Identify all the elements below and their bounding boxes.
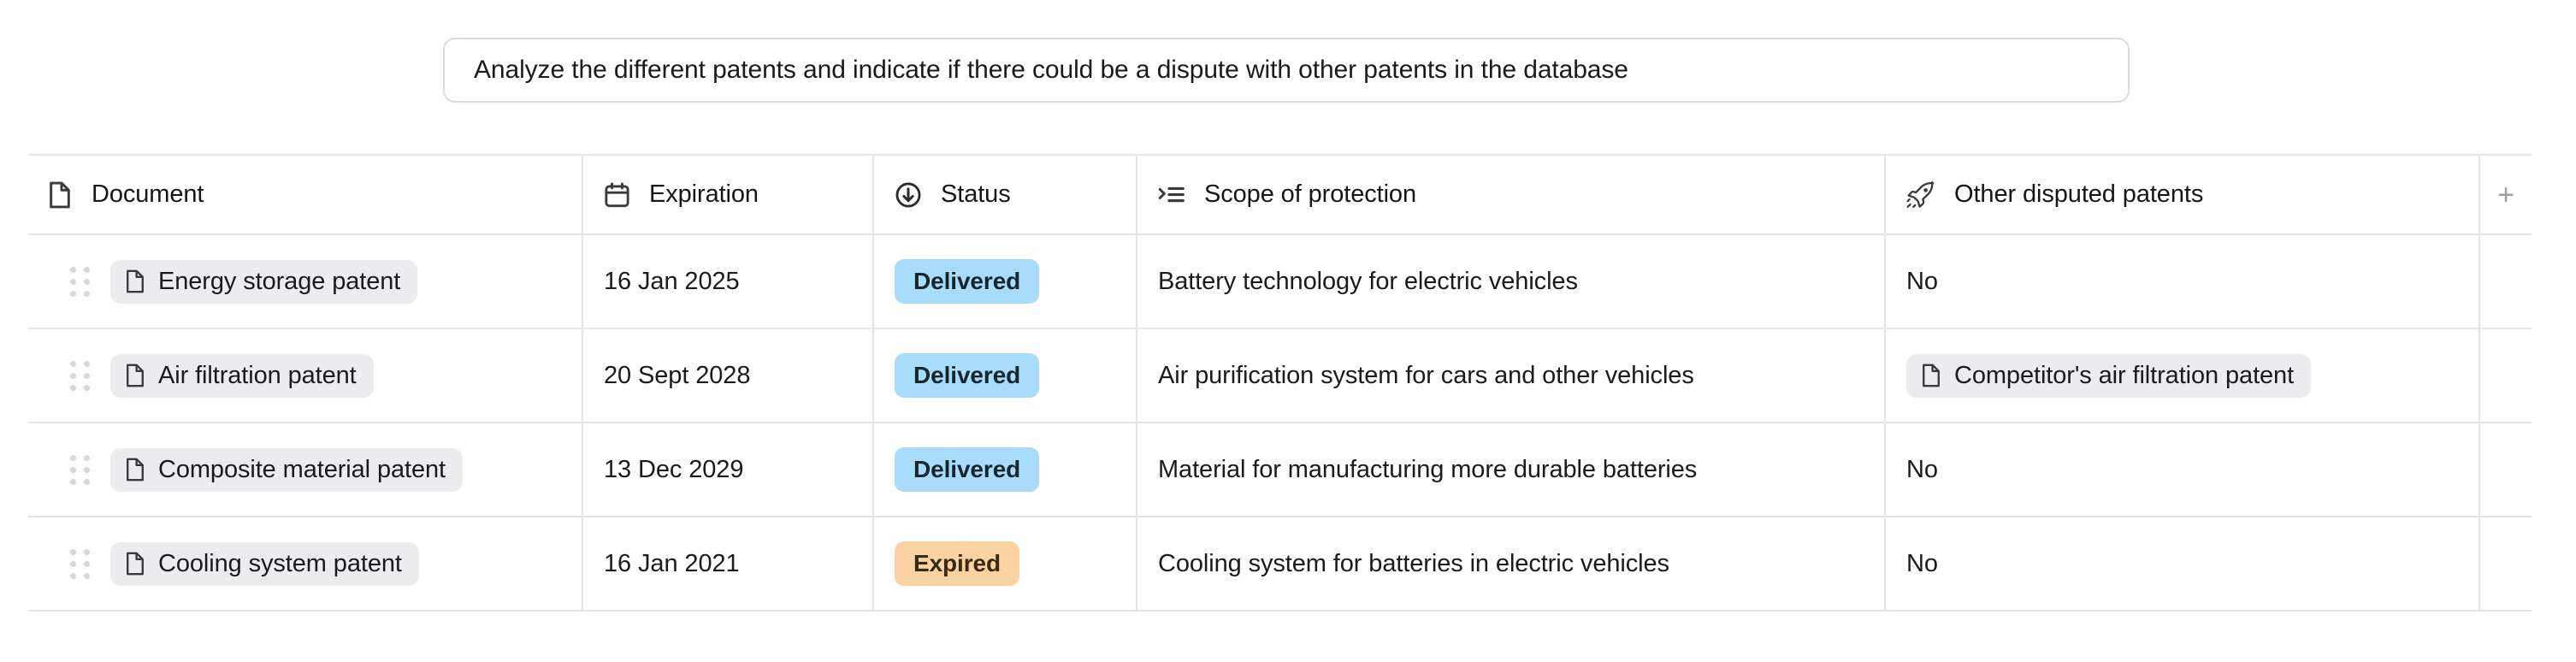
other-value: No bbox=[1906, 267, 1938, 295]
table-row[interactable]: Air filtration patent 20 Sept 2028 Deliv… bbox=[28, 329, 2532, 423]
cell-document[interactable]: Air filtration patent bbox=[28, 329, 583, 422]
scope-text: Cooling system for batteries in electric… bbox=[1158, 549, 1669, 577]
cell-expiration[interactable]: 20 Sept 2028 bbox=[583, 329, 874, 422]
plus-icon: + bbox=[2497, 178, 2514, 211]
drag-dots-icon bbox=[69, 360, 90, 391]
drag-handle[interactable] bbox=[49, 548, 110, 579]
document-icon bbox=[127, 269, 144, 293]
expiration-date: 16 Jan 2025 bbox=[604, 267, 740, 295]
document-chip[interactable]: Composite material patent bbox=[110, 447, 463, 492]
disputed-patent-name: Competitor's air filtration patent bbox=[1954, 361, 2295, 389]
document-icon bbox=[127, 552, 144, 576]
cell-expiration[interactable]: 16 Jan 2021 bbox=[583, 517, 874, 610]
cell-other-disputed-patents[interactable]: No bbox=[1886, 517, 2480, 610]
cell-scope[interactable]: Material for manufacturing more durable … bbox=[1137, 423, 1886, 516]
table-header-row: Document Expiration Status Scope of prot… bbox=[28, 154, 2532, 235]
other-value: No bbox=[1906, 455, 1938, 483]
status-badge: Delivered bbox=[895, 259, 1040, 304]
document-chip[interactable]: Air filtration patent bbox=[110, 353, 374, 398]
text-list-icon bbox=[1158, 184, 1185, 206]
cell-status[interactable]: Delivered bbox=[874, 235, 1137, 328]
expiration-date: 16 Jan 2021 bbox=[604, 549, 740, 577]
table-row[interactable]: Energy storage patent 16 Jan 2025 Delive… bbox=[28, 235, 2532, 329]
document-chip[interactable]: Energy storage patent bbox=[110, 259, 418, 304]
expiration-date: 13 Dec 2029 bbox=[604, 455, 744, 483]
screen-root: Analyze the different patents and indica… bbox=[0, 0, 2576, 662]
scope-text: Material for manufacturing more durable … bbox=[1158, 455, 1698, 483]
column-header-label: Document bbox=[92, 180, 204, 208]
status-badge: Delivered bbox=[895, 353, 1040, 398]
cell-scope[interactable]: Air purification system for cars and oth… bbox=[1137, 329, 1886, 422]
cell-other-disputed-patents[interactable]: No bbox=[1886, 423, 2480, 516]
cell-spacer bbox=[2480, 329, 2532, 422]
cell-spacer bbox=[2480, 517, 2532, 610]
drag-handle[interactable] bbox=[49, 360, 110, 391]
cell-expiration[interactable]: 13 Dec 2029 bbox=[583, 423, 874, 516]
cell-scope[interactable]: Cooling system for batteries in electric… bbox=[1137, 517, 1886, 610]
cell-status[interactable]: Delivered bbox=[874, 329, 1137, 422]
column-header-label: Expiration bbox=[649, 180, 759, 208]
document-icon bbox=[47, 180, 73, 210]
other-value: No bbox=[1906, 549, 1938, 577]
column-header-label: Scope of protection bbox=[1204, 180, 1416, 208]
status-badge: Expired bbox=[895, 541, 1020, 586]
table-row[interactable]: Composite material patent 13 Dec 2029 De… bbox=[28, 423, 2532, 517]
column-header-other-disputed-patents[interactable]: Other disputed patents bbox=[1886, 156, 2480, 233]
prompt-text: Analyze the different patents and indica… bbox=[474, 56, 1628, 84]
prompt-input[interactable]: Analyze the different patents and indica… bbox=[443, 38, 2130, 103]
cell-document[interactable]: Composite material patent bbox=[28, 423, 583, 516]
patents-table: Document Expiration Status Scope of prot… bbox=[28, 154, 2532, 612]
document-icon bbox=[127, 364, 144, 387]
cell-spacer bbox=[2480, 235, 2532, 328]
scope-text: Air purification system for cars and oth… bbox=[1158, 361, 1694, 389]
circle-arrow-down-icon bbox=[895, 181, 922, 209]
column-header-expiration[interactable]: Expiration bbox=[583, 156, 874, 233]
scope-text: Battery technology for electric vehicles bbox=[1158, 267, 1578, 295]
expiration-date: 20 Sept 2028 bbox=[604, 361, 751, 389]
cell-status[interactable]: Expired bbox=[874, 517, 1137, 610]
cell-spacer bbox=[2480, 423, 2532, 516]
drag-handle[interactable] bbox=[49, 266, 110, 297]
cell-scope[interactable]: Battery technology for electric vehicles bbox=[1137, 235, 1886, 328]
calendar-icon bbox=[604, 181, 630, 209]
document-name: Composite material patent bbox=[158, 455, 446, 483]
table-row[interactable]: Cooling system patent 16 Jan 2021 Expire… bbox=[28, 517, 2532, 612]
cell-document[interactable]: Energy storage patent bbox=[28, 235, 583, 328]
column-header-document[interactable]: Document bbox=[28, 156, 583, 233]
column-header-label: Other disputed patents bbox=[1954, 180, 2204, 208]
cell-other-disputed-patents[interactable]: Competitor's air filtration patent bbox=[1886, 329, 2480, 422]
document-chip[interactable]: Cooling system patent bbox=[110, 541, 419, 586]
column-header-label: Status bbox=[941, 180, 1011, 208]
drag-dots-icon bbox=[69, 548, 90, 579]
column-header-scope[interactable]: Scope of protection bbox=[1137, 156, 1886, 233]
disputed-patent-chip[interactable]: Competitor's air filtration patent bbox=[1906, 353, 2312, 398]
document-name: Cooling system patent bbox=[158, 549, 402, 577]
cell-status[interactable]: Delivered bbox=[874, 423, 1137, 516]
drag-handle[interactable] bbox=[49, 454, 110, 485]
cell-expiration[interactable]: 16 Jan 2025 bbox=[583, 235, 874, 328]
drag-dots-icon bbox=[69, 454, 90, 485]
cell-other-disputed-patents[interactable]: No bbox=[1886, 235, 2480, 328]
document-name: Energy storage patent bbox=[158, 267, 401, 295]
rocket-icon bbox=[1906, 180, 1935, 209]
document-icon bbox=[127, 458, 144, 482]
column-header-status[interactable]: Status bbox=[874, 156, 1137, 233]
cell-document[interactable]: Cooling system patent bbox=[28, 517, 583, 610]
prompt-bar: Analyze the different patents and indica… bbox=[443, 38, 2130, 103]
document-name: Air filtration patent bbox=[158, 361, 357, 389]
drag-dots-icon bbox=[69, 266, 90, 297]
document-icon bbox=[1923, 364, 1940, 387]
status-badge: Delivered bbox=[895, 447, 1040, 492]
add-column-button[interactable]: + bbox=[2480, 156, 2532, 233]
